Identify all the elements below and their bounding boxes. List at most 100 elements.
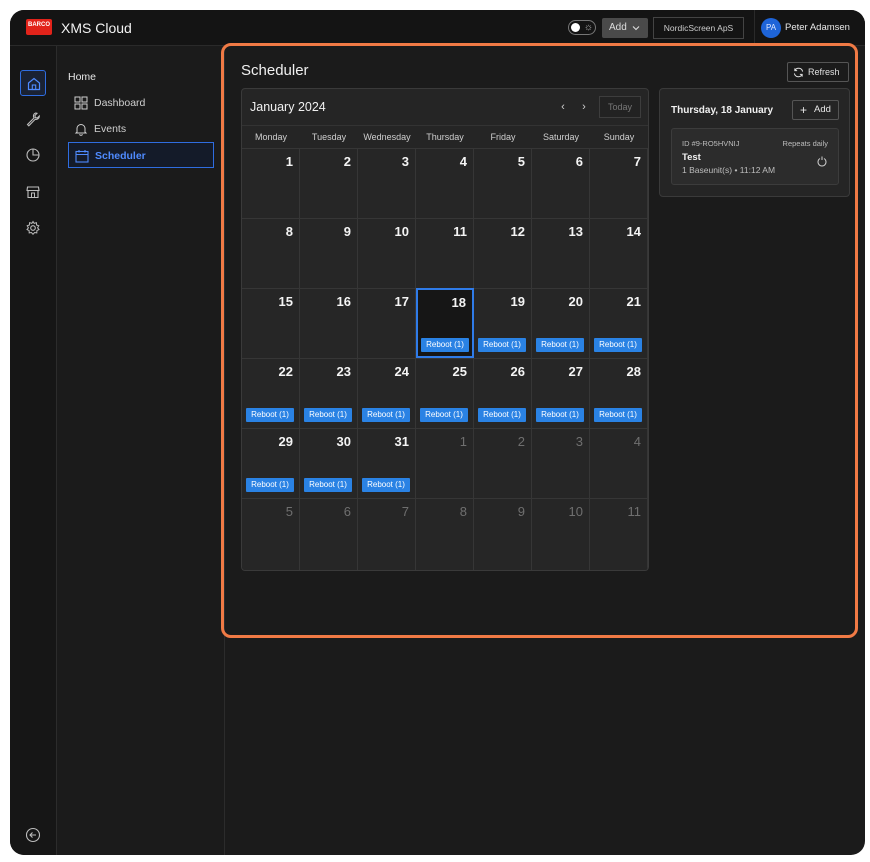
today-button[interactable]: Today: [599, 96, 641, 118]
day-number: 20: [568, 294, 583, 309]
reboot-event-chip[interactable]: Reboot (1): [421, 338, 469, 352]
calendar-day-cell[interactable]: 7: [590, 148, 648, 218]
reboot-event-chip[interactable]: Reboot (1): [246, 408, 294, 422]
reboot-event-chip[interactable]: Reboot (1): [478, 408, 526, 422]
reboot-event-chip[interactable]: Reboot (1): [362, 408, 410, 422]
event-card[interactable]: ID #9-RO5HVNIJ Repeats daily Test 1 Base…: [671, 128, 839, 185]
calendar-day-cell[interactable]: 8: [242, 218, 300, 288]
calendar-day-cell[interactable]: 9: [300, 218, 358, 288]
calendar-day-cell[interactable]: 29 Reboot (1): [242, 428, 300, 498]
organization-selector[interactable]: NordicScreen ApS: [653, 17, 744, 39]
calendar-day-cell[interactable]: 8: [416, 498, 474, 570]
calendar-day-cell[interactable]: 1: [242, 148, 300, 218]
reboot-event-chip[interactable]: Reboot (1): [536, 338, 584, 352]
top-bar: BARCO XMS Cloud ☼ Add NordicScreen ApS P…: [10, 10, 865, 46]
reboot-event-chip[interactable]: Reboot (1): [304, 408, 352, 422]
calendar-day-cell[interactable]: 24 Reboot (1): [358, 358, 416, 428]
day-number: 8: [285, 224, 293, 239]
prev-month-button[interactable]: ‹: [556, 99, 570, 115]
calendar-day-cell[interactable]: 1: [416, 428, 474, 498]
add-event-button[interactable]: + Add: [792, 100, 839, 120]
rail-reports[interactable]: [20, 142, 46, 168]
next-month-button[interactable]: ›: [577, 99, 591, 115]
calendar-day-cell[interactable]: 10: [532, 498, 590, 570]
calendar-day-cell[interactable]: 9: [474, 498, 532, 570]
calendar-day-cell[interactable]: 27 Reboot (1): [532, 358, 590, 428]
nav-item-scheduler[interactable]: Scheduler: [68, 142, 214, 168]
store-icon: [26, 186, 40, 199]
reboot-event-chip[interactable]: Reboot (1): [362, 478, 410, 492]
rail-sites[interactable]: [20, 179, 46, 205]
add-dropdown-button[interactable]: Add: [602, 18, 648, 38]
reboot-event-chip[interactable]: Reboot (1): [304, 478, 352, 492]
calendar-day-cell[interactable]: 5: [242, 498, 300, 570]
rail-collapse[interactable]: [20, 822, 46, 848]
day-number: 3: [401, 154, 409, 169]
nav-item-dashboard[interactable]: Dashboard: [68, 90, 214, 116]
icon-rail: [10, 46, 57, 855]
refresh-label: Refresh: [808, 67, 840, 77]
calendar-day-cell[interactable]: 16: [300, 288, 358, 358]
user-menu[interactable]: PA Peter Adamsen: [754, 10, 850, 46]
plus-icon: +: [800, 103, 808, 117]
calendar-day-cell[interactable]: 4: [416, 148, 474, 218]
event-name: Test: [682, 152, 701, 163]
calendar-day-cell[interactable]: 25 Reboot (1): [416, 358, 474, 428]
reboot-event-chip[interactable]: Reboot (1): [420, 408, 468, 422]
rail-tools[interactable]: [20, 106, 46, 132]
nav-item-events[interactable]: Events: [68, 116, 214, 142]
calendar-day-cell[interactable]: 5: [474, 148, 532, 218]
rail-settings[interactable]: [20, 215, 46, 241]
calendar-day-cell[interactable]: 26 Reboot (1): [474, 358, 532, 428]
weekday-label: Wednesday: [363, 132, 411, 142]
calendar-day-cell[interactable]: 17: [358, 288, 416, 358]
reboot-event-chip[interactable]: Reboot (1): [594, 338, 642, 352]
reboot-event-chip[interactable]: Reboot (1): [594, 408, 642, 422]
reboot-event-chip[interactable]: Reboot (1): [536, 408, 584, 422]
calendar-day-cell[interactable]: 4: [590, 428, 648, 498]
calendar-day-cell[interactable]: 2: [300, 148, 358, 218]
calendar-day-cell[interactable]: 11: [416, 218, 474, 288]
sun-icon: ☼: [583, 22, 593, 33]
day-number: 19: [510, 294, 525, 309]
nav-item-label: Events: [94, 123, 127, 135]
calendar-day-cell[interactable]: 21 Reboot (1): [590, 288, 648, 358]
calendar-day-cell[interactable]: 6: [532, 148, 590, 218]
calendar-day-cell[interactable]: 18 Reboot (1): [416, 288, 474, 358]
weekday-label: Thursday: [426, 132, 464, 142]
reboot-event-chip[interactable]: Reboot (1): [246, 478, 294, 492]
calendar-day-cell[interactable]: 28 Reboot (1): [590, 358, 648, 428]
reboot-event-chip[interactable]: Reboot (1): [478, 338, 526, 352]
calendar-day-cell[interactable]: 6: [300, 498, 358, 570]
calendar-day-cell[interactable]: 2: [474, 428, 532, 498]
refresh-button[interactable]: Refresh: [787, 62, 849, 82]
day-number: 1: [285, 154, 293, 169]
day-number: 18: [451, 295, 466, 310]
calendar-day-cell[interactable]: 15: [242, 288, 300, 358]
nav-home[interactable]: Home: [68, 71, 96, 83]
calendar-day-cell[interactable]: 12: [474, 218, 532, 288]
theme-toggle[interactable]: ☼: [568, 20, 596, 35]
day-number: 10: [568, 504, 583, 519]
calendar-day-cell[interactable]: 31 Reboot (1): [358, 428, 416, 498]
app-title: XMS Cloud: [61, 20, 132, 36]
rail-home[interactable]: [20, 70, 46, 96]
calendar-day-cell[interactable]: 3: [532, 428, 590, 498]
calendar-day-cell[interactable]: 30 Reboot (1): [300, 428, 358, 498]
event-repeat: Repeats daily: [782, 139, 828, 148]
user-name: Peter Adamsen: [785, 22, 850, 33]
calendar-day-cell[interactable]: 19 Reboot (1): [474, 288, 532, 358]
calendar-day-cell[interactable]: 20 Reboot (1): [532, 288, 590, 358]
calendar-day-cell[interactable]: 11: [590, 498, 648, 570]
calendar-day-cell[interactable]: 13: [532, 218, 590, 288]
calendar-day-cell[interactable]: 14: [590, 218, 648, 288]
calendar-day-cell[interactable]: 22 Reboot (1): [242, 358, 300, 428]
bell-icon: [74, 124, 88, 136]
calendar-day-cell[interactable]: 23 Reboot (1): [300, 358, 358, 428]
day-number: 27: [568, 364, 583, 379]
calendar-day-cell[interactable]: 3: [358, 148, 416, 218]
day-number: 24: [394, 364, 409, 379]
collapse-left-icon: [25, 827, 41, 843]
calendar-day-cell[interactable]: 7: [358, 498, 416, 570]
calendar-day-cell[interactable]: 10: [358, 218, 416, 288]
